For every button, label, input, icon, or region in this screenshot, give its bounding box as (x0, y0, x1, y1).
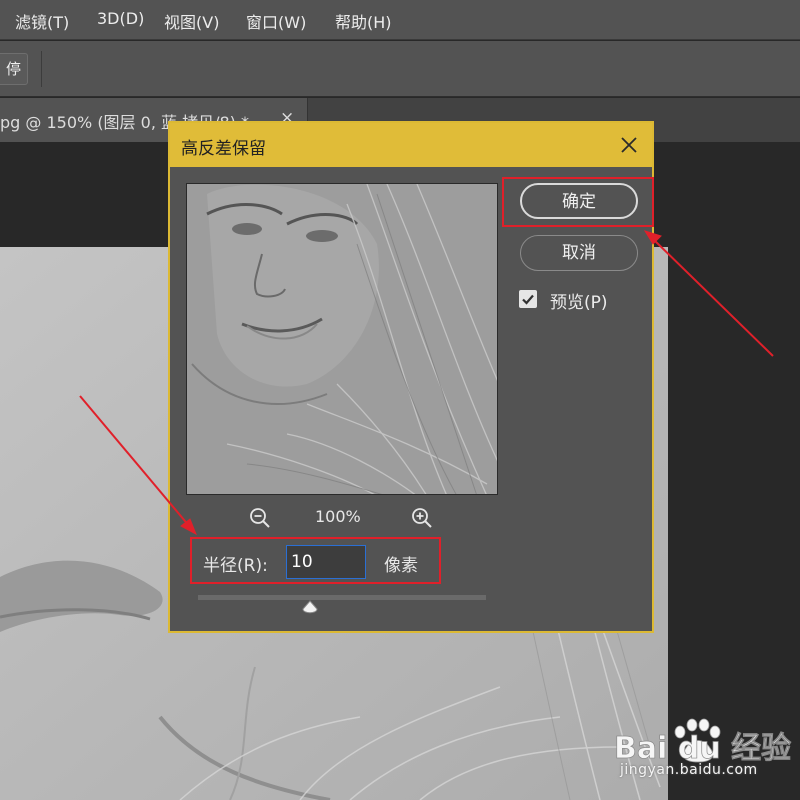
slider-thumb-icon[interactable] (301, 600, 319, 618)
preview-checkbox[interactable] (519, 290, 537, 308)
watermark-brand: Bai du 经验 (614, 731, 791, 766)
annotation-box-radius (190, 537, 441, 584)
zoom-in-icon[interactable] (410, 506, 434, 530)
zoom-out-icon[interactable] (248, 506, 272, 530)
dialog-title: 高反差保留 (181, 139, 266, 159)
options-separator (41, 51, 42, 87)
menu-window[interactable]: 窗口(W) (246, 9, 306, 33)
cancel-button[interactable]: 取消 (520, 235, 638, 271)
menu-view[interactable]: 视图(V) (164, 9, 219, 33)
options-partial-button[interactable]: 停 (0, 53, 28, 85)
zoom-level: 100% (315, 507, 361, 526)
menu-bar: 滤镜(T) 3D(D) 视图(V) 窗口(W) 帮助(H) (0, 0, 800, 40)
menu-filter[interactable]: 滤镜(T) (15, 9, 69, 33)
checkmark-icon (522, 294, 534, 305)
watermark-url: jingyan.baidu.com (620, 762, 758, 778)
annotation-box-ok (502, 177, 654, 227)
close-icon[interactable] (617, 133, 641, 157)
menu-help[interactable]: 帮助(H) (335, 9, 392, 33)
preview-image (187, 184, 497, 494)
menu-3d[interactable]: 3D(D) (97, 9, 144, 28)
filter-preview[interactable] (186, 183, 498, 495)
dialog-title-bar[interactable]: 高反差保留 (170, 123, 652, 167)
options-bar: 停 (0, 41, 800, 97)
preview-checkbox-label[interactable]: 预览(P) (550, 288, 608, 313)
radius-slider[interactable] (198, 595, 486, 600)
